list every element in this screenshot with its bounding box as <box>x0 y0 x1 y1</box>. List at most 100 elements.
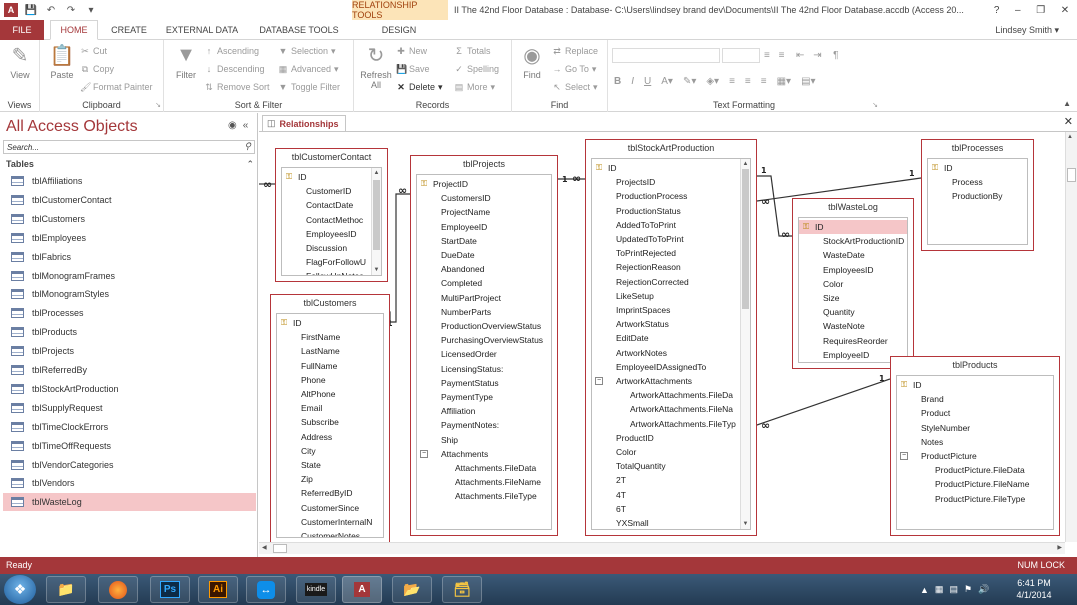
new-record-button[interactable]: ✚ New <box>396 44 427 58</box>
access-app-icon[interactable]: A <box>4 3 18 17</box>
minimize-button[interactable]: – <box>1015 5 1021 16</box>
field-row[interactable]: StartDate <box>417 234 551 248</box>
nav-table-item[interactable]: tblVendorCategories <box>3 456 256 474</box>
collapse-pane-icon[interactable]: « <box>243 120 249 131</box>
field-row[interactable]: ProjectsID <box>592 175 750 189</box>
nav-table-item[interactable]: tblTimeOffRequests <box>3 437 256 455</box>
network-icon[interactable]: ▤ <box>949 584 958 595</box>
selection-button[interactable]: ▼ Selection ▾ <box>278 44 336 58</box>
nav-table-item[interactable]: tblTimeClockErrors <box>3 418 256 436</box>
field-row[interactable]: − Attachments <box>417 447 551 461</box>
field-row[interactable]: PurchasingOverviewStatus <box>417 333 551 347</box>
field-row[interactable]: Brand <box>897 392 1053 406</box>
field-list-wasteLog[interactable]: tblWasteLog ⚿ ID StockArtProductionID WasteD… <box>792 198 914 369</box>
field-row[interactable]: EditDate <box>592 331 750 345</box>
teamviewer-icon[interactable]: ↔ <box>246 576 286 603</box>
windows-start-icon[interactable]: ❖ <box>4 575 36 604</box>
nav-search-input[interactable]: Search... ⚲ <box>3 140 255 154</box>
field-row[interactable]: Affiliation <box>417 404 551 418</box>
font-name-select[interactable] <box>612 48 720 63</box>
filter-button[interactable]: ▼ Filter <box>168 42 204 92</box>
field-row[interactable]: 4T <box>592 488 750 502</box>
field-row[interactable]: ⚿ ID <box>277 316 383 330</box>
italic-button[interactable]: I <box>631 76 634 87</box>
collapse-section-icon[interactable]: ⌃ <box>246 159 254 170</box>
scroll-up-icon[interactable]: ▲ <box>1067 134 1073 140</box>
field-row[interactable]: ⚿ ID <box>897 378 1053 392</box>
field-row[interactable]: 6T <box>592 502 750 516</box>
indent-decrease-icon[interactable]: ⇤ <box>796 50 804 61</box>
vertical-scroll-thumb[interactable] <box>1067 168 1076 182</box>
refresh-all-button[interactable]: ↻ Refresh All <box>358 42 394 92</box>
field-row[interactable]: ArtworkAttachments.FileNa <box>592 402 750 416</box>
view-button[interactable]: ✎ View <box>2 42 38 92</box>
field-row[interactable]: Color <box>592 445 750 459</box>
field-row[interactable]: − ArtworkAttachments <box>592 374 750 388</box>
relationship-line[interactable] <box>390 193 410 323</box>
field-row[interactable]: RequiresReorder <box>799 334 907 348</box>
clock[interactable]: 6:41 PM 4/1/2014 <box>1004 577 1064 601</box>
show-hidden-icons[interactable]: ▲ <box>920 585 929 595</box>
field-row[interactable]: ArtworkAttachments.FileDa <box>592 388 750 402</box>
horizontal-scrollbar[interactable]: ◀ ▶ <box>259 542 1065 554</box>
more-button[interactable]: ▤ More ▾ <box>454 80 495 94</box>
field-row[interactable]: RejectionCorrected <box>592 275 750 289</box>
field-row[interactable]: Attachments.FileData <box>417 461 551 475</box>
highlight-icon[interactable]: ✎▾ <box>683 76 696 87</box>
field-row[interactable]: Size <box>799 291 907 305</box>
field-list-stockArt[interactable]: tblStockArtProduction ⚿ ID ProjectsID Produc… <box>585 139 757 536</box>
field-row[interactable]: Zip <box>277 472 383 486</box>
field-row[interactable]: DueDate <box>417 248 551 262</box>
descending-button[interactable]: ↓ Descending <box>204 62 265 76</box>
scroll-thumb[interactable] <box>373 180 380 250</box>
field-row[interactable]: FlagForFollowU <box>282 255 381 269</box>
collapse-ribbon-icon[interactable]: ▲ <box>1063 99 1071 108</box>
field-list-title[interactable]: tblWasteLog <box>793 199 913 215</box>
ascending-button[interactable]: ↑ Ascending <box>204 44 259 58</box>
field-row[interactable]: PaymentNotes: <box>417 418 551 432</box>
field-list-title[interactable]: tblStockArtProduction <box>586 140 756 156</box>
field-row[interactable]: Phone <box>277 373 383 387</box>
field-row[interactable]: State <box>277 458 383 472</box>
tab-database-tools[interactable]: DATABASE TOOLS <box>252 20 346 40</box>
field-row[interactable]: ImprintSpaces <box>592 303 750 317</box>
field-list-scrollbar[interactable]: ▲ ▼ <box>371 168 381 275</box>
field-row[interactable]: Address <box>277 430 383 444</box>
field-row[interactable]: ⚿ ID <box>799 220 907 234</box>
field-row[interactable]: AltPhone <box>277 387 383 401</box>
field-list-title[interactable]: tblProducts <box>891 357 1059 373</box>
field-row[interactable]: ProductionProcess <box>592 189 750 203</box>
nav-table-item[interactable]: tblWasteLog <box>3 493 256 512</box>
field-row[interactable]: ProductionBy <box>928 189 1027 203</box>
field-row[interactable]: EmployeesID <box>282 227 381 241</box>
nav-menu-icon[interactable]: ◉ <box>228 120 237 131</box>
field-row[interactable]: Completed <box>417 276 551 290</box>
field-row[interactable]: CustomerInternalN <box>277 515 383 529</box>
field-row[interactable]: FollowUpNotes <box>282 269 381 275</box>
numbered-list-icon[interactable]: ≡ <box>764 50 770 61</box>
delete-button[interactable]: ✕ Delete ▾ <box>396 80 442 94</box>
flag-icon[interactable]: ⚑ <box>964 584 972 595</box>
field-list-processes[interactable]: tblProcesses ⚿ ID Process ProductionBy <box>921 139 1034 251</box>
field-row[interactable]: ToPrintRejected <box>592 246 750 260</box>
nav-table-item[interactable]: tblAffiliations <box>3 172 256 190</box>
gridlines-icon[interactable]: ▦▾ <box>777 76 791 87</box>
redo-icon[interactable]: ↷ <box>64 3 78 17</box>
relationships-canvas[interactable]: ∞1∞1∞1∞∞1∞1 tblCustomerContact⚿IDCustome… <box>259 132 1065 542</box>
field-row[interactable]: FullName <box>277 359 383 373</box>
field-row[interactable]: NumberParts <box>417 305 551 319</box>
field-row[interactable]: Subscribe <box>277 415 383 429</box>
tab-create[interactable]: CREATE <box>104 20 154 40</box>
field-row[interactable]: TotalQuantity <box>592 459 750 473</box>
field-row[interactable]: YXSmall <box>592 516 750 529</box>
close-button[interactable]: ✕ <box>1061 5 1069 16</box>
font-color-icon[interactable]: A▾ <box>661 76 673 87</box>
field-row[interactable]: Ship <box>417 433 551 447</box>
field-row[interactable]: Notes <box>897 435 1053 449</box>
scroll-right-icon[interactable]: ▶ <box>1057 544 1062 551</box>
field-row[interactable]: ProductPicture.FileName <box>897 477 1053 491</box>
field-row[interactable]: MultiPartProject <box>417 291 551 305</box>
tab-external-data[interactable]: EXTERNAL DATA <box>160 20 244 40</box>
field-row[interactable]: CustomersID <box>417 191 551 205</box>
field-row[interactable]: ArtworkStatus <box>592 317 750 331</box>
